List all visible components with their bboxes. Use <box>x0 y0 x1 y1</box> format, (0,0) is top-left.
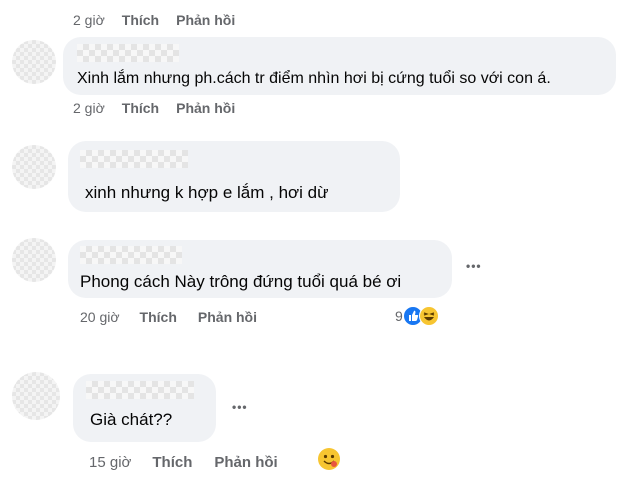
haha-reaction-icon <box>418 306 439 326</box>
like-button[interactable]: Thích <box>122 12 159 28</box>
reaction-summary[interactable]: 9 <box>395 306 439 326</box>
reply-button[interactable]: Phản hồi <box>198 309 257 325</box>
emoji-reaction-icon[interactable] <box>318 448 340 470</box>
reaction-count: 9 <box>395 308 403 324</box>
comment-text: xinh nhưng k hợp e lắm , hơi dừ <box>85 183 329 202</box>
commenter-name[interactable] <box>77 44 179 62</box>
avatar[interactable] <box>12 145 56 189</box>
comment-actions: 20 giờ Thích Phản hồi <box>80 309 257 325</box>
comment-time[interactable]: 2 giờ <box>73 100 105 116</box>
comment-actions: 2 giờ Thích Phản hồi <box>73 100 235 116</box>
comment-time[interactable]: 20 giờ <box>80 309 120 325</box>
comment-actions: 2 giờ Thích Phản hồi <box>73 12 235 28</box>
comment-text: Già chát?? <box>90 410 173 429</box>
avatar[interactable] <box>12 372 60 420</box>
comment-text: Phong cách Này trông đứng tuổi quá bé ơi <box>80 272 402 291</box>
reply-button[interactable]: Phản hồi <box>176 100 235 116</box>
comment-time[interactable]: 15 giờ <box>89 454 131 471</box>
commenter-name[interactable] <box>80 150 188 168</box>
more-options-icon[interactable]: ••• <box>232 400 248 414</box>
avatar[interactable] <box>12 238 56 282</box>
more-options-icon[interactable]: ••• <box>466 259 482 273</box>
avatar[interactable] <box>12 40 56 84</box>
like-button[interactable]: Thích <box>122 100 159 116</box>
like-button[interactable]: Thích <box>140 309 177 325</box>
like-button[interactable]: Thích <box>152 454 192 471</box>
commenter-name[interactable] <box>80 246 182 264</box>
commenter-name[interactable] <box>86 381 194 399</box>
comment-text: Xinh lắm nhưng ph.cách tr điểm nhìn hơi … <box>77 70 551 87</box>
reply-button[interactable]: Phản hồi <box>176 12 235 28</box>
comment-time[interactable]: 2 giờ <box>73 12 105 28</box>
comment-actions: 15 giờ Thích Phản hồi <box>89 454 278 471</box>
reply-button[interactable]: Phản hồi <box>214 454 277 471</box>
